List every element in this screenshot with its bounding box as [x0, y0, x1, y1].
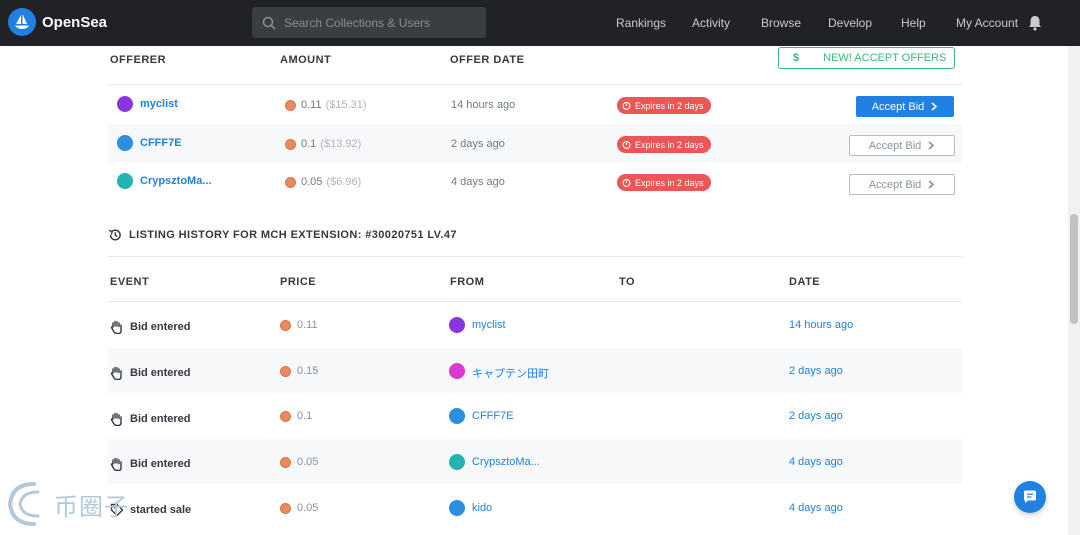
offer-amount: 0.11 ($15.31): [301, 99, 367, 111]
column-header-event: EVENT: [110, 276, 150, 288]
nav-help[interactable]: Help: [901, 16, 926, 30]
history-event: Bid entered: [110, 457, 191, 471]
chat-button[interactable]: [1014, 481, 1046, 513]
history-date-link[interactable]: 4 days ago: [789, 456, 843, 468]
from-avatar[interactable]: [449, 363, 465, 379]
offerer-avatar[interactable]: [117, 135, 133, 151]
search-icon: [262, 16, 276, 30]
from-avatar[interactable]: [449, 317, 465, 333]
history-icon: [108, 229, 121, 241]
eth-icon: [280, 503, 291, 514]
timer-icon: [622, 140, 631, 149]
brand-name[interactable]: OpenSea: [42, 14, 107, 31]
nav-develop[interactable]: Develop: [828, 16, 872, 30]
chevron-right-icon: [928, 180, 935, 189]
accept-bid-button[interactable]: Accept Bid: [856, 96, 954, 117]
hand-icon: [110, 320, 122, 334]
offer-date: 4 days ago: [451, 176, 505, 188]
chevron-right-icon: [928, 141, 935, 150]
history-date-link[interactable]: 4 days ago: [789, 502, 843, 514]
accept-offers-button[interactable]: $ NEW! ACCEPT OFFERS: [778, 47, 955, 69]
offer-amount: 0.05 ($6.96): [301, 176, 362, 188]
column-header-offer-date: OFFER DATE: [450, 54, 525, 66]
scrollbar-thumb[interactable]: [1070, 214, 1078, 324]
history-date-link[interactable]: 2 days ago: [789, 410, 843, 422]
accept-bid-button[interactable]: Accept Bid: [849, 174, 955, 195]
offerer-name-link[interactable]: CFFF7E: [140, 137, 182, 149]
history-date-link[interactable]: 14 hours ago: [789, 319, 853, 331]
offer-amount: 0.1 ($13.92): [301, 138, 362, 150]
nav-my-account[interactable]: My Account: [956, 16, 1018, 30]
from-avatar[interactable]: [449, 408, 465, 424]
bell-icon[interactable]: [1028, 15, 1042, 31]
from-avatar[interactable]: [449, 454, 465, 470]
eth-icon: [285, 177, 296, 188]
divider: [108, 301, 962, 302]
listing-history-title: LISTING HISTORY FOR MCH EXTENSION: #3002…: [108, 228, 457, 242]
offerer-avatar[interactable]: [117, 173, 133, 189]
page-scrollbar[interactable]: [1068, 46, 1080, 535]
accept-offers-label: NEW! ACCEPT OFFERS: [823, 52, 947, 64]
column-header-price: PRICE: [280, 276, 317, 288]
hand-icon: [110, 457, 122, 471]
eth-icon: [285, 100, 296, 111]
hand-icon: [110, 366, 122, 380]
timer-icon: [622, 101, 631, 110]
from-user-link[interactable]: myclist: [472, 319, 506, 331]
expiration-badge: Expires in 2 days: [617, 136, 711, 153]
history-event: Bid entered: [110, 412, 191, 426]
column-header-offerer: OFFERER: [110, 54, 167, 66]
watermark-logo-icon: [7, 482, 40, 526]
timer-icon: [622, 178, 631, 187]
watermark: 币圈子: [4, 478, 129, 530]
offerer-name-link[interactable]: myclist: [140, 98, 178, 110]
search-bar[interactable]: [252, 7, 486, 38]
eth-icon: [285, 139, 296, 150]
nav-rankings[interactable]: Rankings: [616, 16, 666, 30]
column-header-from: FROM: [450, 276, 485, 288]
history-price: 0.11: [297, 319, 318, 331]
from-user-link[interactable]: キャプテン田町: [472, 365, 549, 381]
eth-icon: [280, 411, 291, 422]
row-band: [108, 124, 962, 163]
offer-date: 14 hours ago: [451, 99, 516, 111]
chevron-right-icon: [931, 102, 938, 111]
from-user-link[interactable]: CFFF7E: [472, 410, 514, 422]
from-user-link[interactable]: CrypsztoMa...: [472, 456, 540, 468]
history-price: 0.15: [297, 365, 319, 377]
nav-browse[interactable]: Browse: [761, 16, 801, 30]
column-header-to: TO: [619, 276, 636, 288]
expiration-badge: Expires in 2 days: [617, 97, 711, 114]
history-event: Bid entered: [110, 366, 191, 380]
column-header-amount: AMOUNT: [280, 54, 332, 66]
offer-date: 2 days ago: [451, 138, 505, 150]
chat-bubble-icon: [1024, 490, 1036, 503]
history-price: 0.05: [297, 456, 319, 468]
from-avatar[interactable]: [449, 500, 465, 516]
search-input[interactable]: [284, 15, 474, 30]
history-date-link[interactable]: 2 days ago: [789, 365, 843, 377]
dollar-icon: $: [793, 52, 800, 64]
history-price: 0.05: [297, 502, 319, 514]
sailboat-icon: [15, 14, 29, 29]
column-header-date: DATE: [789, 276, 821, 288]
offerer-avatar[interactable]: [117, 96, 133, 112]
history-price: 0.1: [297, 410, 313, 422]
divider: [108, 84, 962, 85]
eth-icon: [280, 366, 291, 377]
opensea-logo[interactable]: [8, 8, 36, 36]
top-navbar: OpenSea Rankings Activity Browse Develop…: [0, 0, 1080, 46]
nav-activity[interactable]: Activity: [692, 16, 730, 30]
watermark-text: 币圈子: [54, 492, 129, 521]
hand-icon: [110, 412, 122, 426]
history-event: Bid entered: [110, 320, 191, 334]
divider: [108, 256, 962, 257]
eth-icon: [280, 320, 291, 331]
offerer-name-link[interactable]: CrypsztoMa...: [140, 175, 212, 187]
from-user-link[interactable]: kido: [472, 502, 492, 514]
accept-bid-button[interactable]: Accept Bid: [849, 135, 955, 156]
expiration-badge: Expires in 2 days: [617, 174, 711, 191]
eth-icon: [280, 457, 291, 468]
